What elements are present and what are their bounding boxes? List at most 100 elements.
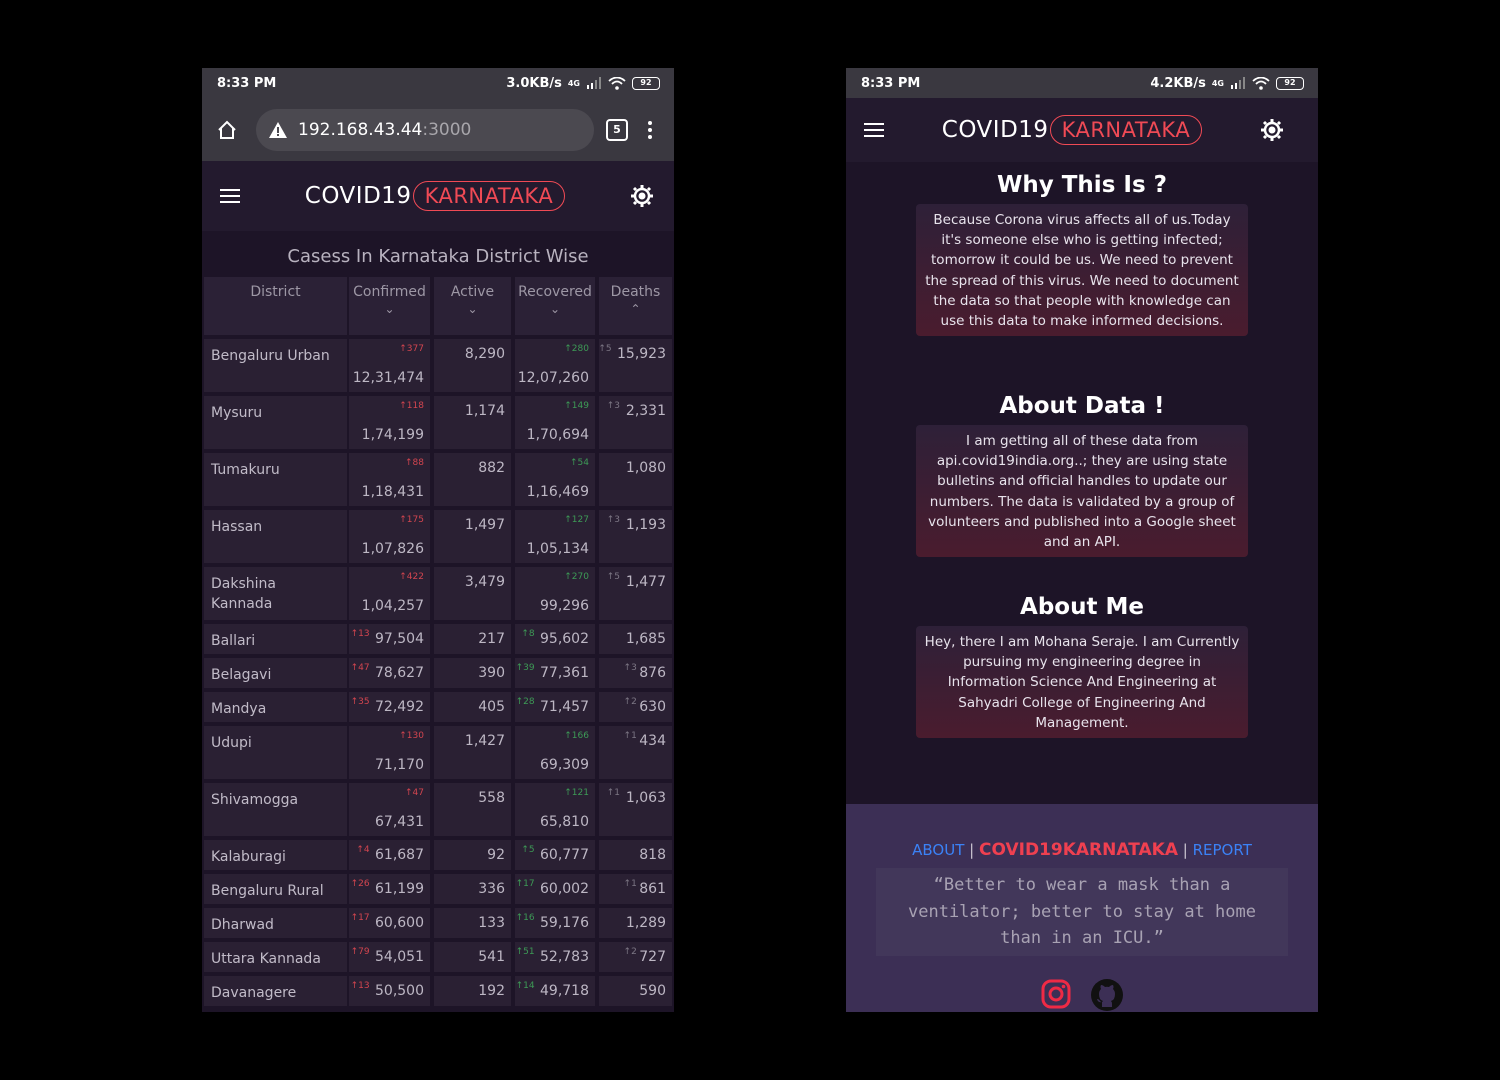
tab-switcher-button[interactable]: 5 [606,118,628,141]
cell-deaths: 15,923 ↑5 [598,339,672,392]
active-value: 1,427 [464,733,505,749]
wifi-icon [608,76,626,90]
why-heading: Why This Is ? [997,172,1167,198]
active-value: 133 [478,915,505,931]
deaths-delta: ↑2 [623,697,637,707]
hamburger-menu-icon[interactable] [220,188,240,204]
signal-icon [1231,77,1245,89]
recovered-delta: ↑54 [570,458,589,468]
about-me-heading: About Me [1020,594,1144,620]
header-deaths[interactable]: Deaths ⌃ [599,277,672,335]
confirmed-value: 1,18,431 [361,484,424,500]
app-logo[interactable]: COVID19 KARNATAKA [942,115,1203,145]
confirmed-value: 54,051 [375,949,424,965]
cell-active: 92 [434,840,511,870]
cell-recovered: 77,361 ↑39 [515,658,595,688]
cell-recovered: 65,810 ↑121 [515,783,595,836]
confirmed-delta: ↑79 [350,947,370,957]
confirmed-value: 1,07,826 [361,541,424,557]
brand-pill: KARNATAKA [1049,115,1203,145]
footer-about-link[interactable]: ABOUT [912,841,964,859]
recovered-delta: ↑17 [515,879,535,889]
url-host: 192.168.43.44 [298,119,423,140]
deaths-value: 861 [639,881,666,897]
district-name: Mysuru [204,396,347,449]
active-value: 541 [478,949,505,965]
recovered-delta: ↑8 [521,629,535,639]
warning-icon[interactable] [268,121,288,139]
active-value: 390 [478,665,505,681]
recovered-delta: ↑149 [564,401,589,411]
confirmed-delta: ↑377 [399,344,424,354]
header-district[interactable]: District [204,277,347,335]
footer-links: ABOUT | COVID19KARNATAKA | REPORT [846,840,1318,860]
cell-active: 541 [434,942,511,972]
cell-confirmed: 1,18,431 ↑88 [349,453,430,506]
cell-confirmed: 61,687 ↑4 [349,840,430,870]
confirmed-value: 97,504 [375,631,424,647]
confirmed-value: 61,199 [375,881,424,897]
confirmed-delta: ↑175 [399,515,424,525]
url-text[interactable]: 192.168.43.44:3000 [298,120,471,140]
district-name: Bengaluru Rural [204,874,347,904]
app-logo[interactable]: COVID19 KARNATAKA [305,181,566,211]
recovered-value: 49,718 [540,983,589,999]
recovered-value: 77,361 [540,665,589,681]
recovered-delta: ↑127 [564,515,589,525]
cell-deaths: 876 ↑3 [599,658,672,688]
cell-confirmed: 12,31,474 ↑377 [349,339,430,392]
recovered-value: 1,16,469 [526,484,589,500]
deaths-value: 1,477 [625,574,666,590]
confirmed-value: 72,492 [375,699,424,715]
home-icon[interactable] [216,119,238,141]
header-label: Recovered [518,284,592,300]
address-bar[interactable]: 192.168.43.44:3000 [256,108,594,151]
recovered-delta: ↑28 [515,697,535,707]
district-name: Ballari [204,624,347,654]
github-icon[interactable] [1090,978,1124,1012]
footer: ABOUT | COVID19KARNATAKA | REPORT “Bette… [846,804,1318,1012]
network-speed: 4.2KB/s [1150,75,1206,91]
footer-brand-link[interactable]: COVID19KARNATAKA [979,840,1178,860]
cell-deaths: 1,685 [599,624,672,654]
deaths-value: 876 [639,665,666,681]
cell-active: 405 [434,692,511,722]
recovered-value: 69,309 [540,757,589,773]
table-title: Casess In Karnataka District Wise [287,246,589,267]
cell-confirmed: 72,492 ↑35 [349,692,430,722]
cell-recovered: 49,718 ↑14 [515,976,595,1006]
deaths-delta: ↑1 [606,788,620,798]
deaths-delta: ↑3 [606,401,620,411]
recovered-value: 99,296 [540,598,589,614]
confirmed-value: 71,170 [375,757,424,773]
header-confirmed[interactable]: Confirmed ⌄ [349,277,430,335]
header-recovered[interactable]: Recovered ⌄ [515,277,595,335]
instagram-icon[interactable] [1040,978,1072,1010]
header-active[interactable]: Active ⌄ [434,277,511,335]
district-name: Kalaburagi [204,840,347,870]
cell-confirmed: 71,170 ↑130 [349,726,430,779]
footer-report-link[interactable]: REPORT [1193,841,1252,859]
confirmed-value: 60,600 [375,915,424,931]
cell-confirmed: 50,500 ↑13 [349,976,430,1006]
chevron-up-icon: ⌃ [630,302,641,316]
recovered-value: 95,602 [540,631,589,647]
deaths-value: 590 [639,983,666,999]
cell-confirmed: 1,07,826 ↑175 [349,510,430,563]
about-data-section: About Data ! I am getting all of these d… [846,393,1318,558]
cell-deaths: 1,289 [599,908,672,938]
cell-recovered: 12,07,260 ↑280 [515,339,595,392]
theme-toggle-icon[interactable] [630,184,654,208]
confirmed-delta: ↑4 [356,845,370,855]
footer-separator: | [1182,841,1188,859]
recovered-delta: ↑121 [564,788,589,798]
more-options-icon[interactable] [640,120,660,140]
deaths-value: 1,080 [625,460,666,476]
hamburger-menu-icon[interactable] [864,122,884,138]
theme-toggle-icon[interactable] [1260,118,1284,142]
confirmed-delta: ↑17 [350,913,370,923]
district-name: Shivamogga [204,783,347,836]
confirmed-delta: ↑26 [350,879,370,889]
district-name: Udupi [204,726,347,779]
district-name: Dakshina Kannada [204,567,347,620]
